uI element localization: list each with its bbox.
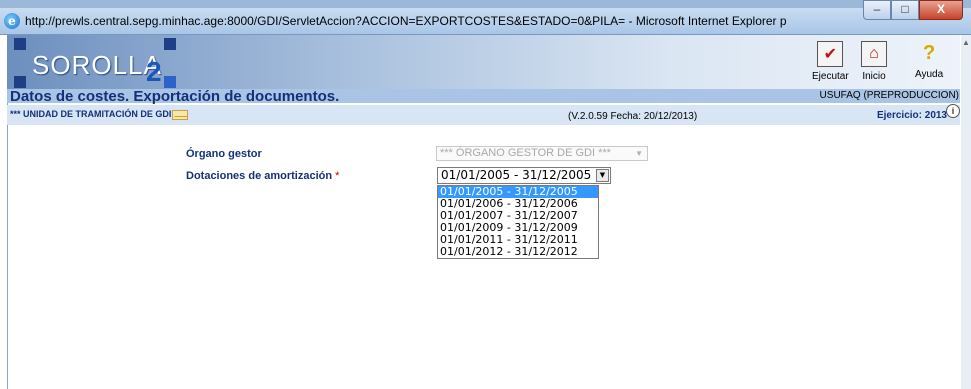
scroll-up-icon[interactable]: ▲ — [962, 38, 970, 47]
window-controls: – □ X — [863, 0, 963, 20]
ayuda-label: Ayuda — [915, 69, 944, 80]
page-title: Datos de costes. Exportación de document… — [10, 88, 340, 105]
dotaciones-label: Dotaciones de amortización * — [186, 170, 339, 182]
minimize-button[interactable]: – — [863, 0, 891, 20]
ayuda-button[interactable]: ? Ayuda — [915, 41, 944, 81]
mail-icon[interactable] — [172, 110, 188, 120]
execute-checkmark-icon: ✔ — [817, 41, 844, 67]
vertical-scrollbar[interactable] — [961, 35, 971, 389]
required-mark: * — [335, 170, 340, 182]
logo-square — [164, 76, 176, 88]
help-icon: ? — [922, 41, 936, 64]
title-bar[interactable]: e http://prewls.central.sepg.minhac.age:… — [0, 8, 971, 35]
ejecutar-button[interactable]: ✔ Ejecutar — [812, 41, 849, 82]
chevron-down-icon: ▼ — [635, 149, 643, 158]
logo-square — [14, 76, 26, 88]
dropdown-arrow-icon[interactable]: ▼ — [596, 169, 609, 182]
inicio-button[interactable]: ⌂ Inicio — [861, 41, 887, 82]
organo-gestor-label-text: Órgano gestor — [186, 148, 262, 160]
logo-text: SOROLLA — [32, 50, 162, 80]
organo-gestor-label: Órgano gestor — [186, 148, 262, 160]
version-label: (V.2.0.59 Fecha: 20/12/2013) — [568, 111, 698, 122]
maximize-button[interactable]: □ — [891, 0, 919, 20]
logo-square — [164, 38, 176, 50]
dotaciones-value: 01/01/2005 - 31/12/2005 — [441, 168, 592, 182]
internet-explorer-icon: e — [4, 13, 20, 29]
logo-square — [14, 38, 26, 50]
dotaciones-select[interactable]: 01/01/2005 - 31/12/2005 ▼ — [437, 167, 611, 184]
dotaciones-dropdown-list: 01/01/2005 - 31/12/2005 01/01/2006 - 31/1… — [437, 185, 599, 259]
window-top-edge — [0, 0, 971, 8]
unidad-tramitacion-label: *** UNIDAD DE TRAMITACIÓN DE GDI *** — [10, 109, 185, 119]
ejecutar-label: Ejecutar — [812, 71, 849, 82]
logo-number: 2 — [146, 56, 162, 87]
organo-gestor-value: *** ÓRGANO GESTOR DE GDI *** — [440, 147, 611, 159]
window-title: http://prewls.central.sepg.minhac.age:80… — [25, 14, 787, 28]
dotaciones-label-text: Dotaciones de amortización — [186, 170, 333, 182]
ejercicio-label: Ejercicio: 2013 — [876, 110, 947, 121]
user-info: USUFAQ (PREPRODUCCION) — [819, 90, 959, 101]
sorolla-logo: SOROLLA 2 — [14, 38, 176, 88]
dropdown-option[interactable]: 01/01/2012 - 31/12/2012 — [438, 246, 598, 258]
inicio-label: Inicio — [862, 71, 886, 82]
organo-gestor-select: *** ÓRGANO GESTOR DE GDI *** ▼ — [436, 146, 648, 161]
home-icon: ⌂ — [861, 41, 887, 67]
info-icon[interactable]: i — [946, 104, 960, 118]
close-button[interactable]: X — [919, 0, 963, 20]
